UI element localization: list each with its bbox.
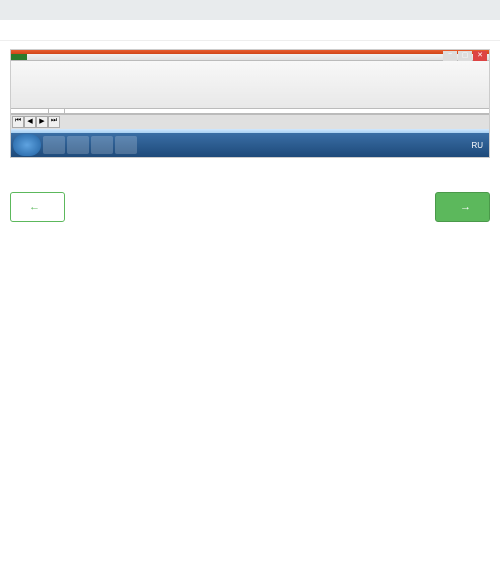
excel-screenshot: − ▢ ✕ ⏮ ◀ ▶ ⏭ [10,49,490,158]
file-tab[interactable] [11,54,27,60]
tray-lang[interactable]: RU [471,141,483,150]
sheet-nav-next-icon[interactable]: ▶ [36,116,48,128]
close-icon[interactable]: ✕ [473,51,487,61]
taskbar-app-icon[interactable] [43,136,65,154]
arrow-right-icon: → [460,201,471,213]
nav-footer: ← → [0,182,500,232]
windows-taskbar: RU [11,133,489,157]
formula-input[interactable] [65,109,489,113]
section-header [0,0,500,20]
taskbar-app-icon[interactable] [91,136,113,154]
minimize-icon[interactable]: − [443,51,457,61]
window-controls: − ▢ ✕ [443,51,487,61]
maximize-icon[interactable]: ▢ [458,51,472,61]
task-text [0,20,500,41]
ribbon-tabs [11,54,489,61]
name-box[interactable] [11,109,49,113]
sheet-nav-first-icon[interactable]: ⏮ [12,116,24,128]
back-button[interactable]: ← [10,192,65,222]
taskbar-app-icon[interactable] [67,136,89,154]
sheet-tabs: ⏮ ◀ ▶ ⏭ [11,114,489,129]
window-title-bar: − ▢ ✕ [11,50,489,54]
taskbar-app-icon[interactable] [115,136,137,154]
answer-options [0,166,500,182]
forward-button[interactable]: → [435,192,490,222]
fx-button[interactable] [49,109,65,113]
sheet-nav-prev-icon[interactable]: ◀ [24,116,36,128]
system-tray: RU [471,141,487,150]
ribbon [11,61,489,109]
start-button[interactable] [13,134,41,156]
arrow-left-icon: ← [29,201,40,213]
sheet-nav-last-icon[interactable]: ⏭ [48,116,60,128]
